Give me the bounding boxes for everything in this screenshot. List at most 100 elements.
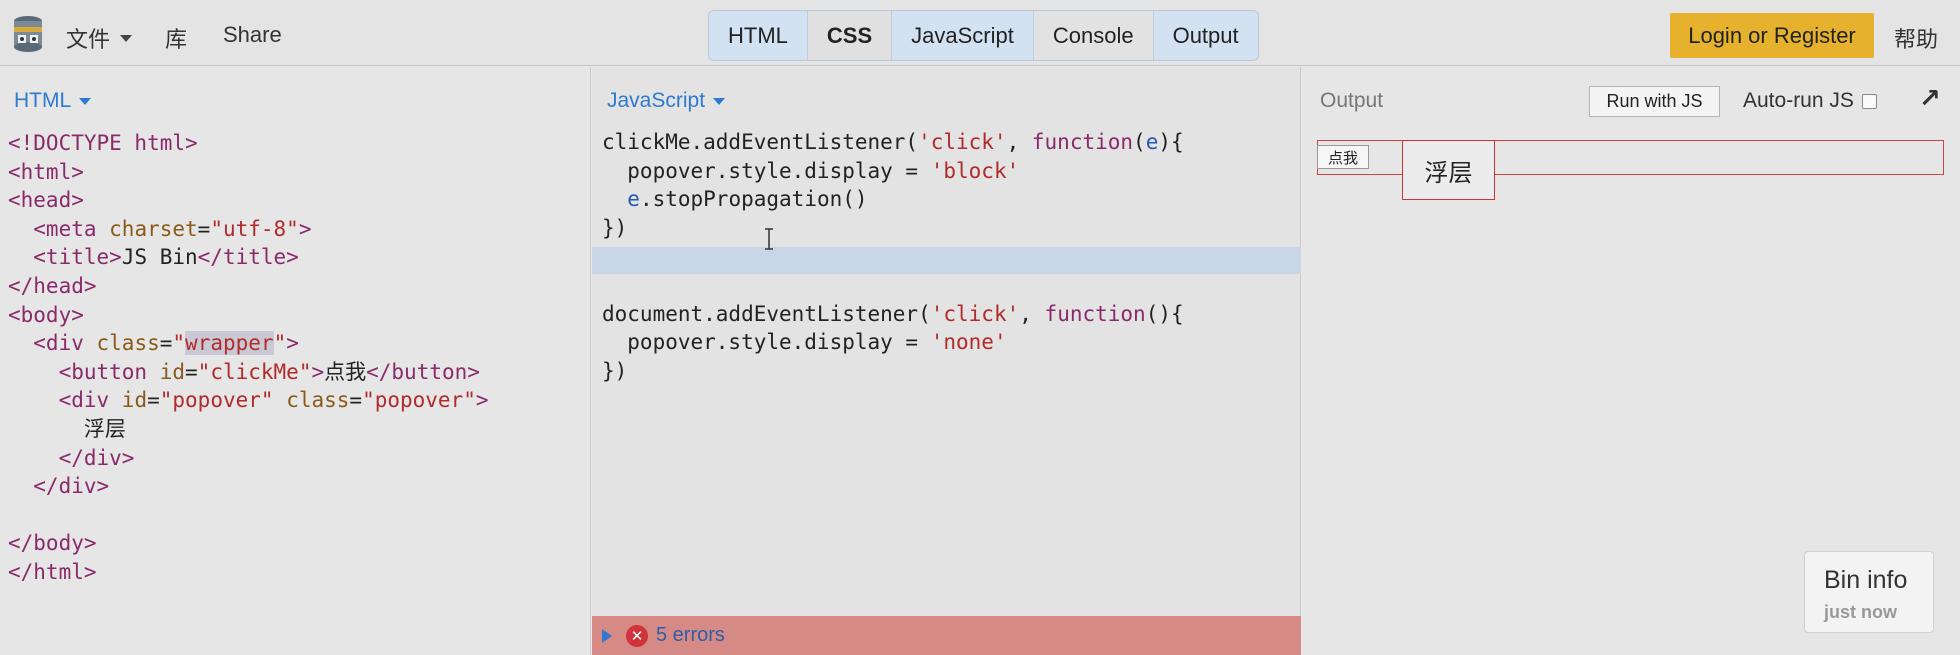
code-token: document.addEventListener(: [602, 301, 931, 326]
code-token: <title>: [8, 245, 122, 270]
auto-run-checkbox[interactable]: [1861, 93, 1877, 109]
code-token: .stopPropagation(): [639, 187, 868, 212]
code-token: >: [298, 216, 312, 241]
code-token: "clickMe": [197, 359, 312, 384]
code-line: <body>: [8, 302, 84, 327]
code-token: ,: [1006, 130, 1032, 154]
code-token: 'none': [930, 330, 1007, 355]
code-token: clickMe.addEventListener(: [602, 130, 919, 154]
code-token: (){: [1145, 301, 1184, 326]
run-with-js-button[interactable]: Run with JS: [1589, 86, 1720, 117]
top-bar: 文件 库 Share HTML CSS JavaScript Console O…: [0, 0, 1960, 66]
code-token: "utf-8": [210, 216, 299, 241]
code-token: JS Bin: [121, 245, 198, 270]
code-token: id: [121, 388, 148, 413]
code-token: ": [273, 331, 287, 356]
tab-javascript[interactable]: JavaScript: [892, 11, 1034, 60]
code-line: </div>: [8, 474, 110, 499]
output-panel-label: Output: [1320, 89, 1384, 112]
chevron-down-icon: [120, 34, 133, 42]
tab-console[interactable]: Console: [1033, 11, 1154, 60]
code-line: 浮层: [8, 416, 126, 441]
code-token: =: [159, 331, 173, 356]
share-menu[interactable]: Share: [223, 22, 282, 48]
file-menu-label: 文件: [66, 27, 111, 52]
code-token: class: [96, 331, 160, 356]
code-token: >: [286, 331, 299, 356]
code-line: <!DOCTYPE html>: [8, 131, 198, 155]
code-line: </head>: [8, 273, 97, 298]
code-token: "popover": [362, 388, 476, 413]
expand-triangle-icon: [602, 628, 612, 643]
code-token: ,: [1019, 301, 1045, 326]
chevron-down-icon: [79, 97, 92, 105]
tab-html[interactable]: HTML: [709, 11, 808, 60]
tab-css[interactable]: CSS: [807, 11, 893, 60]
code-token: =: [349, 388, 363, 413]
code-token: >: [475, 388, 489, 413]
code-token: <div: [8, 388, 122, 413]
javascript-panel: JavaScript clickMe.addEventListener('cli…: [592, 67, 1301, 655]
code-token: popover.style.display =: [602, 330, 931, 355]
code-token: =: [197, 216, 211, 241]
tab-css-label: CSS: [826, 22, 873, 48]
error-count: 5 errors: [656, 624, 725, 646]
code-token: id: [159, 359, 186, 384]
code-token: ){: [1158, 130, 1184, 154]
code-token: charset: [109, 216, 198, 241]
library-menu[interactable]: 库: [165, 22, 187, 54]
code-token: e: [1145, 130, 1159, 154]
code-token: 'click': [918, 130, 1007, 154]
code-line: }): [602, 358, 628, 383]
popover-box: 浮层: [1402, 140, 1495, 200]
auto-run-toggle[interactable]: Auto-run JS: [1743, 89, 1877, 113]
library-menu-label: 库: [165, 27, 188, 52]
share-menu-label: Share: [223, 22, 282, 47]
code-token: (: [1133, 130, 1146, 154]
popout-arrow-icon[interactable]: ↗: [1919, 83, 1941, 114]
text-cursor-icon: [765, 228, 773, 250]
login-register-button[interactable]: Login or Register: [1670, 13, 1874, 58]
code-token: class: [286, 388, 350, 413]
code-token: =: [147, 388, 160, 413]
tab-console-label: Console: [1052, 22, 1134, 48]
html-panel-dropdown[interactable]: HTML: [14, 89, 92, 113]
code-token: <div: [8, 331, 97, 356]
html-code-editor[interactable]: <!DOCTYPE html> <html> <head> <meta char…: [8, 129, 489, 587]
code-token: 点我: [324, 359, 367, 384]
code-token: =: [185, 359, 198, 384]
bin-info-card[interactable]: Bin info just now: [1804, 551, 1934, 633]
auto-run-label: Auto-run JS: [1743, 89, 1854, 112]
help-link[interactable]: 帮助: [1894, 22, 1938, 54]
javascript-panel-dropdown[interactable]: JavaScript: [607, 89, 726, 113]
code-line: </div>: [8, 445, 135, 470]
code-token: <button: [8, 359, 160, 384]
chevron-down-icon: [713, 97, 726, 105]
html-panel: HTML <!DOCTYPE html> <html> <head> <meta…: [0, 67, 591, 655]
code-line: </html>: [8, 559, 97, 584]
error-bar[interactable]: ✕ 5 errors: [592, 616, 1301, 655]
code-token: function: [1031, 130, 1134, 154]
code-line: }): [602, 215, 628, 240]
panel-tabs: HTML CSS JavaScript Console Output: [708, 10, 1259, 61]
code-token: </button>: [366, 359, 480, 384]
javascript-panel-label: JavaScript: [607, 89, 706, 112]
code-token: >: [311, 359, 325, 384]
code-token: ": [172, 331, 186, 356]
jsbin-logo-icon[interactable]: [10, 13, 46, 55]
tab-javascript-label: JavaScript: [911, 22, 1014, 48]
tab-output[interactable]: Output: [1153, 11, 1258, 60]
file-menu[interactable]: 文件: [66, 22, 133, 54]
code-token: function: [1044, 301, 1146, 326]
click-me-button[interactable]: 点我: [1317, 145, 1369, 169]
code-token: popover.style.display =: [602, 158, 931, 183]
code-line: <html>: [8, 159, 84, 184]
bin-info-timestamp: just now: [1824, 602, 1897, 622]
javascript-code-editor[interactable]: clickMe.addEventListener('click', functi…: [602, 128, 1184, 385]
bin-info-title: Bin info: [1824, 566, 1908, 594]
tab-output-label: Output: [1172, 22, 1239, 48]
error-icon: ✕: [626, 624, 648, 647]
code-token: 'block': [930, 158, 1020, 183]
